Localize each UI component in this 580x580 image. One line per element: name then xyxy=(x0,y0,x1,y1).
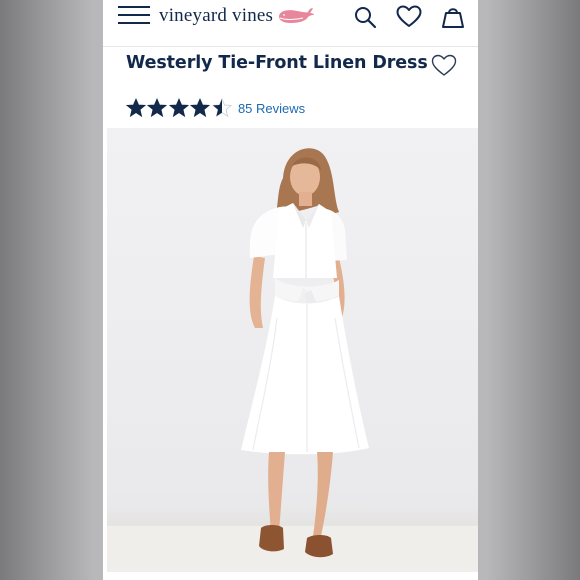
heart-outline-icon[interactable] xyxy=(431,54,457,78)
hamburger-menu-icon[interactable] xyxy=(118,5,150,27)
product-photo[interactable] xyxy=(107,128,478,572)
star-icon xyxy=(168,98,189,118)
top-navigation-bar: vineyard vines xyxy=(103,0,478,47)
model-in-white-dress xyxy=(241,148,369,558)
star-icon xyxy=(211,98,232,118)
reviews-link[interactable]: 85 Reviews xyxy=(238,101,305,116)
product-rating[interactable]: 85 Reviews xyxy=(126,97,305,119)
star-icon xyxy=(147,98,168,118)
shopping-bag-icon[interactable] xyxy=(441,5,465,29)
product-page: vineyard vines Westerly Tie-Front Linen … xyxy=(103,0,478,580)
heart-icon[interactable] xyxy=(396,5,422,29)
product-title-row: Westerly Tie-Front Linen Dress xyxy=(103,50,478,86)
star-icon xyxy=(126,98,146,118)
pink-whale-logo-icon xyxy=(279,8,315,23)
star-icon xyxy=(190,98,211,118)
brand-name: vineyard vines xyxy=(159,5,274,26)
brand-logo[interactable]: vineyard vines xyxy=(159,3,315,29)
search-icon[interactable] xyxy=(353,5,377,29)
product-title: Westerly Tie-Front Linen Dress xyxy=(126,53,428,73)
star-rating xyxy=(126,98,233,118)
